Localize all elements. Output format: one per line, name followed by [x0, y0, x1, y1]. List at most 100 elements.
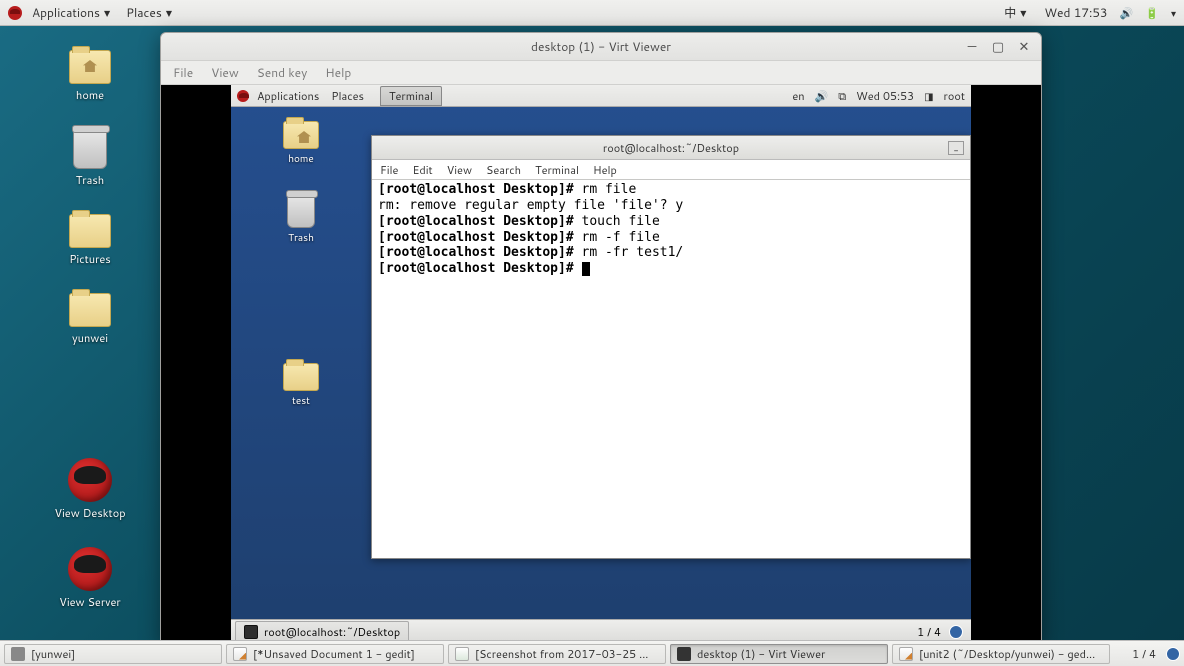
virt-titlebar[interactable]: desktop (1) - Virt Viewer — ▢ ✕ — [161, 33, 1041, 61]
network-icon[interactable] — [838, 88, 846, 104]
maximize-button[interactable]: ▢ — [985, 37, 1011, 57]
sound-icon[interactable] — [1120, 4, 1134, 21]
menu-file[interactable]: File — [173, 64, 193, 81]
inner-icon-trash[interactable]: Trash — [271, 194, 331, 245]
inner-places-menu[interactable]: Places — [327, 87, 368, 105]
task-gedit-unsaved[interactable]: [*Unsaved Document 1 - gedit] — [226, 644, 444, 664]
outer-desktop: home Trash Pictures yunwei View Desktop … — [50, 50, 130, 610]
places-menu[interactable]: Places ▼ — [120, 1, 178, 24]
terminal-minimize-button[interactable]: _ — [948, 141, 964, 155]
desktop-icon-trash[interactable]: Trash — [50, 129, 130, 188]
prompt: [root@localhost Desktop]# — [378, 245, 582, 260]
virt-screen: Applications Places Terminal en Wed 05:5… — [161, 85, 1041, 643]
inner-applications-menu[interactable]: Applications — [253, 87, 323, 105]
prompt: [root@localhost Desktop]# — [378, 182, 582, 197]
terminal-icon — [244, 625, 258, 639]
inner-clock[interactable]: Wed 05:53 — [856, 88, 914, 104]
terminal-body[interactable]: [root@localhost Desktop]# rm file rm: re… — [372, 180, 970, 558]
workspace-indicator-icon[interactable] — [949, 625, 963, 639]
menu-view[interactable]: View — [211, 64, 239, 81]
redhat-icon — [68, 458, 112, 502]
chevron-down-icon: ▼ — [104, 7, 110, 19]
clock[interactable]: Wed 17:53 — [1044, 4, 1107, 21]
applications-label: Applications — [32, 4, 100, 21]
spacer — [271, 273, 331, 335]
guest-desktop: Applications Places Terminal en Wed 05:5… — [231, 85, 971, 643]
menu-help[interactable]: Help — [325, 64, 351, 81]
outer-top-panel: Applications ▼ Places ▼ 中 ▼ Wed 17:53 — [0, 0, 1184, 26]
redhat-logo-icon — [8, 6, 22, 20]
term-menu-edit[interactable]: Edit — [412, 162, 432, 178]
task-label: [unit2 (~/Desktop/yunwei) - ged... — [919, 646, 1095, 662]
menu-sendkey[interactable]: Send key — [257, 64, 308, 81]
ime-indicator[interactable]: 中 ▼ — [998, 1, 1032, 24]
desktop-icon-home[interactable]: home — [50, 50, 130, 103]
folder-home-icon — [69, 50, 111, 84]
desktop-icon-pictures[interactable]: Pictures — [50, 214, 130, 267]
applications-menu[interactable]: Applications ▼ — [26, 1, 116, 24]
command: rm file — [582, 182, 637, 197]
command: rm -fr test1/ — [582, 245, 684, 260]
chevron-down-icon: ▼ — [166, 7, 172, 19]
virt-icon — [677, 647, 691, 661]
desktop-icon-view-server[interactable]: View Server — [50, 547, 130, 610]
spacer — [50, 372, 130, 432]
desktop-icon-label: Trash — [76, 172, 104, 188]
redhat-icon — [68, 547, 112, 591]
terminal-window: root@localhost:~/Desktop _ File Edit Vie… — [371, 135, 971, 559]
ime-label: 中 — [1004, 4, 1016, 21]
close-button[interactable]: ✕ — [1011, 37, 1037, 57]
folder-home-icon — [283, 121, 319, 149]
inner-user[interactable]: root — [944, 88, 965, 104]
desktop-icon-label: home — [288, 152, 314, 166]
desktop-icon-label: Trash — [288, 231, 314, 245]
workspace-label: 1 / 4 — [1132, 646, 1156, 662]
folder-icon — [69, 293, 111, 327]
term-menu-search[interactable]: Search — [486, 162, 521, 178]
term-menu-help[interactable]: Help — [593, 162, 617, 178]
applications-label: Applications — [257, 88, 319, 104]
task-screenshot[interactable]: [Screenshot from 2017-03-25 ... — [448, 644, 666, 664]
inner-desktop-icons: home Trash test — [271, 121, 331, 408]
output: rm: remove regular empty file 'file'? y — [378, 198, 683, 213]
power-menu-icon[interactable] — [1171, 4, 1176, 21]
tab-label: Terminal — [389, 88, 433, 104]
term-menu-file[interactable]: File — [380, 162, 398, 178]
terminal-title: root@localhost:~/Desktop — [603, 140, 739, 156]
terminal-titlebar[interactable]: root@localhost:~/Desktop _ — [372, 136, 970, 160]
prompt: [root@localhost Desktop]# — [378, 230, 582, 245]
folder-icon — [69, 214, 111, 248]
desktop-icon-label: home — [76, 87, 104, 103]
command: rm -f file — [582, 230, 660, 245]
term-menu-terminal[interactable]: Terminal — [535, 162, 579, 178]
task-gedit-unit2[interactable]: [unit2 (~/Desktop/yunwei) - ged... — [892, 644, 1110, 664]
places-label: Places — [331, 88, 364, 104]
term-menu-view[interactable]: View — [447, 162, 472, 178]
desktop-icon-yunwei[interactable]: yunwei — [50, 293, 130, 346]
cursor-icon — [582, 262, 590, 276]
prompt: [root@localhost Desktop]# — [378, 261, 582, 276]
task-yunwei[interactable]: [yunwei] — [4, 644, 222, 664]
task-label: [yunwei] — [31, 646, 75, 662]
desktop-icon-view-desktop[interactable]: View Desktop — [50, 458, 130, 521]
workspace-indicator-icon[interactable] — [1166, 647, 1180, 661]
virt-menubar: File View Send key Help — [161, 61, 1041, 85]
workspace-label: 1 / 4 — [917, 624, 941, 640]
inner-lang[interactable]: en — [792, 88, 804, 104]
image-icon — [455, 647, 469, 661]
trash-icon — [287, 194, 315, 228]
user-icon — [924, 88, 933, 104]
task-label: root@localhost:~/Desktop — [264, 624, 400, 640]
virt-viewer-window: desktop (1) - Virt Viewer — ▢ ✕ File Vie… — [160, 32, 1042, 644]
inner-icon-test[interactable]: test — [271, 363, 331, 408]
inner-taskbar-terminal[interactable]: Terminal — [380, 86, 442, 106]
places-label: Places — [126, 4, 162, 21]
terminal-menubar: File Edit View Search Terminal Help — [372, 160, 970, 180]
gedit-icon — [899, 647, 913, 661]
battery-icon[interactable] — [1145, 4, 1159, 21]
sound-icon[interactable] — [815, 88, 829, 104]
minimize-button[interactable]: — — [959, 37, 985, 57]
app-icon — [11, 647, 25, 661]
task-virt-viewer[interactable]: desktop (1) - Virt Viewer — [670, 644, 888, 664]
inner-icon-home[interactable]: home — [271, 121, 331, 166]
